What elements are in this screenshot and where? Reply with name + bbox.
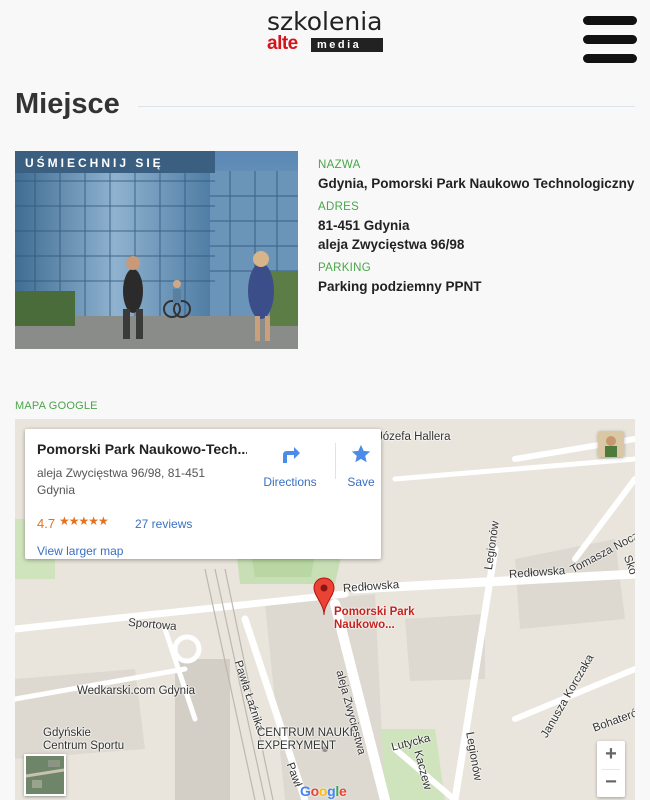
card-divider	[335, 443, 336, 479]
venue-name-label: NAZWA	[318, 159, 361, 171]
poi-label-line: CENTRUM NAUKI	[257, 727, 353, 739]
place-rating: 4.7	[37, 516, 56, 531]
venue-name-block: NAZWA Gdynia, Pomorski Park Naukowo Tech…	[318, 158, 638, 193]
google-logo-letter: o	[310, 783, 320, 799]
google-logo-letter: o	[318, 783, 328, 799]
zoom-out-button[interactable]: −	[597, 769, 625, 797]
location-pin-icon[interactable]	[313, 577, 335, 617]
directions-label: Directions	[263, 475, 317, 489]
title-divider	[138, 106, 635, 107]
google-map[interactable]: Józefa Hallera Redłowska Redłowska Tomas…	[15, 419, 635, 800]
venue-info: NAZWA Gdynia, Pomorski Park Naukowo Tech…	[318, 158, 638, 303]
poi-label-line: EXPERYMENT	[257, 740, 337, 752]
zoom-in-button[interactable]: +	[597, 741, 625, 769]
poi-label-line: Gdyńskie	[43, 727, 91, 739]
page-title: Miejsce	[15, 88, 120, 120]
google-logo-letter: e	[338, 783, 347, 799]
zoom-controls: + −	[597, 741, 625, 797]
pin-label: Pomorski Park Naukowo...	[334, 606, 415, 632]
save-label: Save	[347, 475, 375, 489]
venue-name: Gdynia, Pomorski Park Naukowo Technologi…	[318, 176, 635, 191]
hamburger-bar	[583, 16, 637, 25]
directions-icon	[283, 447, 300, 463]
venue-address-line2: aleja Zwycięstwa 96/98	[318, 237, 465, 252]
map-section-label: MAPA GOOGLE	[15, 400, 98, 412]
poi-label: CENTRUM NAUKI EXPERYMENT	[257, 727, 353, 753]
venue-parking: Parking podziemny PPNT	[318, 279, 482, 294]
google-logo-letter: G	[300, 783, 311, 799]
place-title: Pomorski Park Naukowo-Tech...	[37, 441, 247, 457]
pin-label-line: Pomorski Park	[334, 606, 415, 618]
venue-photo: UŚMIECHNIJ SIĘ	[15, 151, 298, 349]
venue-address-label: ADRES	[318, 201, 360, 213]
star-icon	[351, 444, 371, 463]
logo-text-alte: alte	[267, 33, 298, 54]
poi-label: Wedkarski.com Gdynia	[77, 685, 196, 697]
logo-text-szkolenia: szkolenia	[267, 7, 383, 36]
save-button[interactable]: Save	[341, 441, 381, 491]
venue-parking-label: PARKING	[318, 262, 372, 274]
venue-parking-block: PARKING Parking podziemny PPNT	[318, 261, 638, 296]
pin-label-line: Naukowo...	[334, 619, 395, 631]
hamburger-menu-icon[interactable]	[583, 16, 637, 64]
street-view-pegman-icon[interactable]	[598, 431, 624, 457]
venue-address-line1: 81-451 Gdynia	[318, 218, 410, 233]
site-logo[interactable]: szkolenia alte media	[267, 8, 385, 54]
photo-sign-text: UŚMIECHNIJ SIĘ	[25, 155, 164, 170]
place-address: aleja Zwycięstwa 96/98, 81-451 Gdynia	[37, 466, 206, 497]
reviews-link[interactable]: 27 reviews	[135, 517, 192, 531]
venue-address-block: ADRES 81-451 Gdynia aleja Zwycięstwa 96/…	[318, 200, 638, 254]
google-logo: Google	[300, 783, 347, 799]
rating-stars-icon: ★★★★★	[59, 514, 109, 528]
street-label: Józefa Hallera	[377, 431, 451, 443]
satellite-view-toggle[interactable]	[24, 754, 66, 796]
poi-label-line: Centrum Sportu	[43, 740, 125, 752]
hamburger-bar	[583, 54, 637, 63]
place-info-card: Pomorski Park Naukowo-Tech... aleja Zwyc…	[25, 429, 381, 559]
poi-label: Gdyńskie Centrum Sportu	[43, 727, 124, 753]
hamburger-bar	[583, 35, 637, 44]
view-larger-map-link[interactable]: View larger map	[37, 544, 123, 558]
directions-button[interactable]: Directions	[251, 441, 329, 491]
logo-text-media: media	[311, 38, 383, 52]
